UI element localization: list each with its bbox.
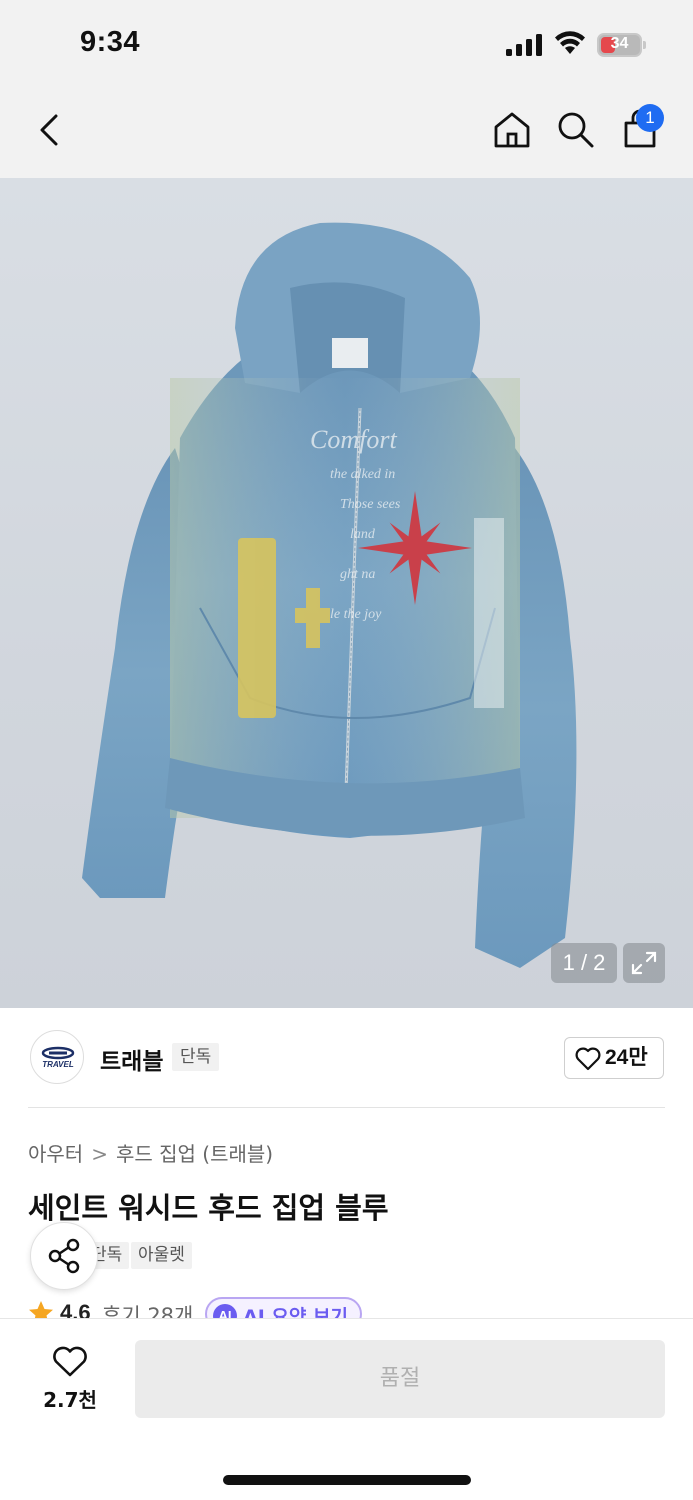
svg-text:land: land: [350, 527, 376, 542]
search-icon[interactable]: [554, 108, 598, 152]
product-image[interactable]: Comfort the alked in Those sees land ght…: [0, 178, 693, 1008]
expand-icon: [631, 951, 657, 975]
share-button[interactable]: [30, 1222, 98, 1290]
brand-like-count: 24만: [605, 1046, 648, 1069]
star-icon: [29, 1301, 53, 1320]
svg-text:the alked in: the alked in: [330, 467, 395, 482]
back-arrow-icon[interactable]: [30, 108, 70, 152]
status-bar: 9:34 34: [0, 0, 693, 90]
battery-icon: 34: [597, 33, 647, 57]
home-icon[interactable]: [490, 108, 534, 152]
svg-text:Those sees: Those sees: [340, 497, 401, 512]
expand-button[interactable]: [623, 943, 665, 983]
cart-count-badge: 1: [636, 104, 664, 132]
brand-logo[interactable]: TRAVEL: [30, 1030, 84, 1084]
rating-row: 4.6 후기 28개 AI AI 요약 보기: [28, 1296, 668, 1320]
wishlist-heart-icon[interactable]: [52, 1346, 88, 1378]
rating-value: 4.6: [60, 1300, 91, 1320]
breadcrumb-item-outer[interactable]: 아우터: [28, 1142, 83, 1166]
hoodie-image: Comfort the alked in Those sees land ght…: [82, 222, 577, 968]
battery-level: 34: [610, 35, 629, 52]
brand-name[interactable]: 트래블: [100, 1042, 163, 1076]
breadcrumb: 아우터 > 후드 집업 (트래블): [28, 1138, 273, 1167]
section-divider: [28, 1107, 665, 1108]
share-icon: [48, 1238, 80, 1274]
svg-text:le the joy: le the joy: [330, 607, 382, 622]
exclusive-badge: 단독: [172, 1043, 220, 1071]
review-count-link[interactable]: 후기 28개: [102, 1300, 193, 1320]
brand-like-button[interactable]: 24만: [564, 1037, 664, 1079]
brand-logo-text: TRAVEL: [42, 1060, 74, 1069]
soldout-button[interactable]: 품절: [135, 1340, 665, 1418]
home-indicator: [223, 1475, 471, 1485]
svg-text:Comfort: Comfort: [310, 425, 397, 454]
breadcrumb-separator: >: [91, 1142, 108, 1166]
brand-logo-mark: TRAVEL: [41, 1046, 75, 1069]
signal-icon: [506, 34, 542, 56]
top-nav-bar: [0, 90, 693, 178]
ai-summary-button[interactable]: AI AI 요약 보기: [205, 1297, 362, 1320]
product-title: 세인트 워시드 후드 집업 블루: [28, 1191, 389, 1225]
breadcrumb-item-hood-zip[interactable]: 후드 집업 (트래블): [116, 1142, 273, 1166]
wishlist-count: 2.7천: [43, 1388, 97, 1412]
svg-text:ght na: ght na: [340, 567, 375, 582]
image-counter: 1 / 2: [551, 943, 617, 983]
status-time: 9:34: [80, 26, 141, 58]
wifi-icon: [555, 31, 585, 54]
tag-outlet: 아울렛: [131, 1242, 192, 1269]
heart-outline-icon: [575, 1047, 601, 1071]
